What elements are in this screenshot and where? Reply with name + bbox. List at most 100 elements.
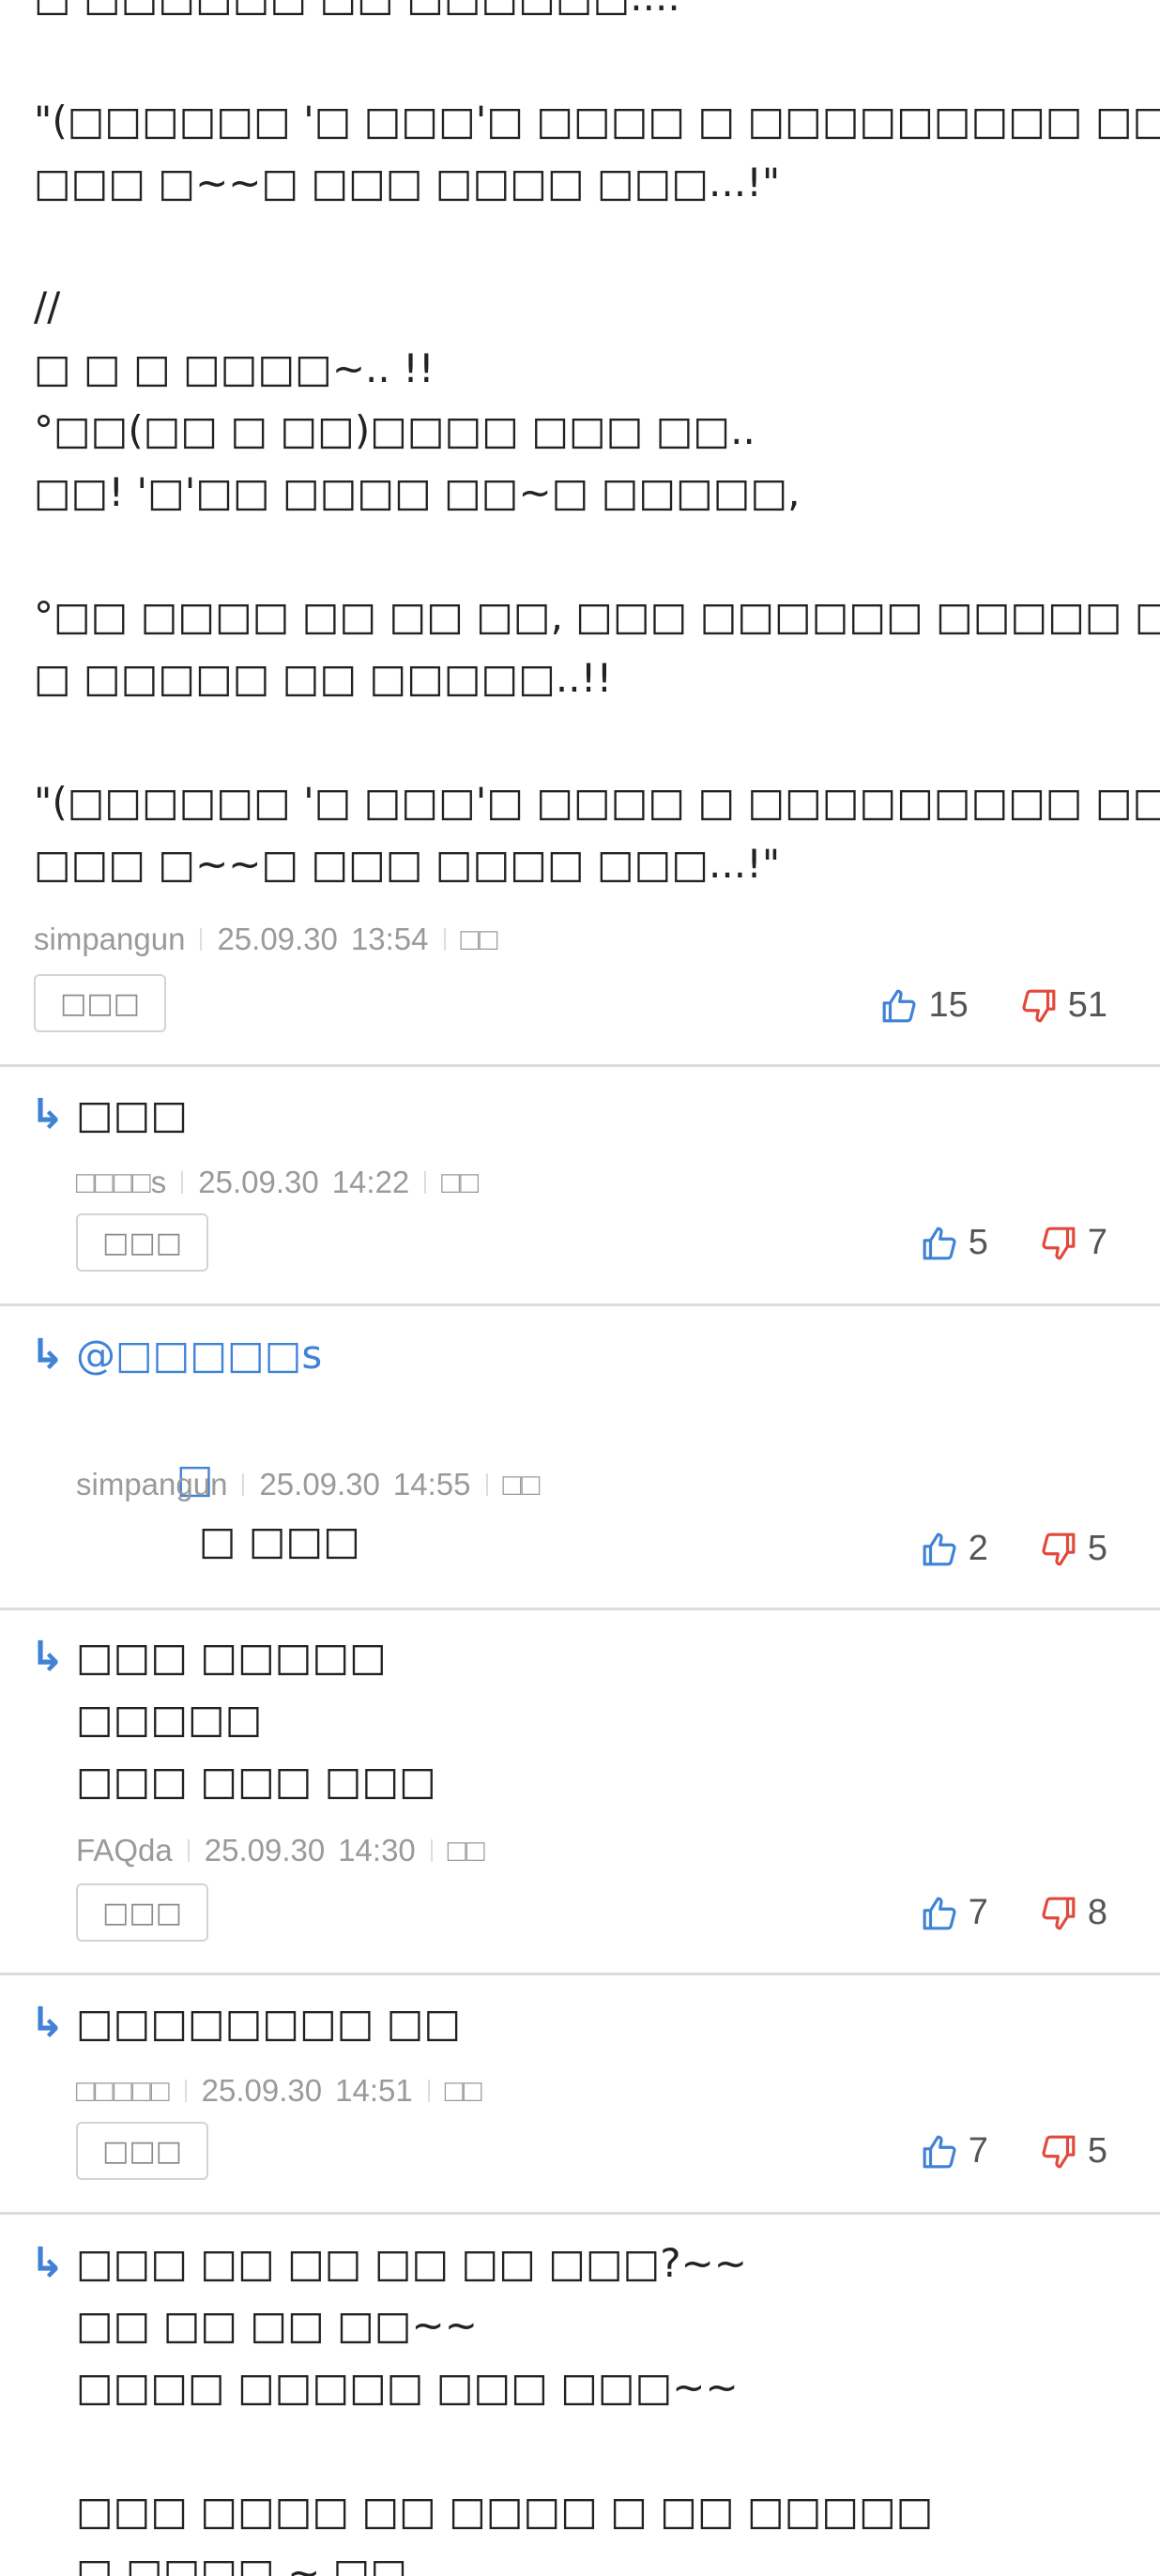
comment-line — [34, 709, 1132, 771]
meta-separator — [424, 1171, 427, 1194]
comment-line: "(□□□□□□ '□ □□□'□ □□□□ □ □□□□□□□□□ □□ □ … — [34, 98, 1160, 144]
meta-separator — [427, 2080, 430, 2102]
comment-line: °□□(□□ □ □□)□□□□ □□□ □□.. — [34, 407, 756, 453]
upvote-button[interactable]: 15 — [881, 985, 969, 1026]
downvote-count: 5 — [1087, 2131, 1107, 2171]
meta-separator — [200, 928, 203, 951]
report-link[interactable]: □□ — [503, 1467, 541, 1502]
comment-line: "(□□□□□□ '□ □□□'□ □□□□ □ □□□□□□□□□ □□ □ … — [34, 779, 1160, 825]
upvote-count: 5 — [968, 1223, 988, 1262]
report-link[interactable]: □□ — [461, 922, 498, 957]
upvote-count: 7 — [968, 2131, 988, 2171]
comment-thread: □ □□□□□□ □□ □□□□□□.... "(□□□□□□ '□ □□□'□… — [0, 0, 1160, 2576]
thumbs-up-icon — [923, 1532, 956, 1565]
upvote-count: 2 — [968, 1529, 988, 1568]
report-link[interactable]: □□ — [445, 2073, 482, 2109]
downvote-button[interactable]: 5 — [1041, 1529, 1107, 1569]
comment-line: // — [34, 283, 61, 329]
reply-time: 14:55 — [392, 1467, 471, 1501]
comment-line: °□□ □□□□ □□ □□ □□, □□□ □□□□□□ □□□□□ □□ □… — [34, 593, 1160, 639]
thumbs-up-icon — [923, 1227, 956, 1259]
reply-line — [76, 2418, 933, 2480]
downvote-button[interactable]: 51 — [1021, 985, 1107, 1026]
downvote-count: 8 — [1087, 1893, 1107, 1932]
mention-link[interactable]: @□□□□□s — [76, 1324, 360, 1386]
reply-line: □□□ □□□ □□□ — [76, 1758, 436, 1804]
reply-arrow-icon: ↳ — [30, 1090, 65, 1138]
divider — [0, 1064, 1160, 1067]
reply-meta: □□□□□ 25.09.30 14:51 □□ — [76, 2073, 482, 2109]
comment-line: □ □□□□□□ □□ □□□□□□.... — [34, 0, 1132, 28]
vote-group: 7 5 — [922, 2131, 1107, 2172]
reply-author[interactable]: simpangun — [76, 1467, 227, 1502]
comment-line: □□! '□'□□ □□□□ □□~□ □□□□□, — [34, 469, 801, 515]
upvote-button[interactable]: 7 — [922, 2131, 988, 2172]
comment-line: □□□ □~~□ □□□ □□□□ □□□...!" — [34, 160, 781, 206]
reply-author[interactable]: □□□□s — [76, 1165, 166, 1200]
reply-line: □□□ □□□□ □□ □□□□ □ □□ □□□□□ — [76, 2488, 934, 2534]
thumbs-down-icon — [1042, 2135, 1076, 2168]
meta-separator — [184, 2080, 187, 2102]
reply-author[interactable]: □□□□□ — [76, 2073, 170, 2109]
downvote-count: 51 — [1067, 985, 1107, 1025]
comment-date: 25.09.30 — [217, 922, 338, 956]
report-link[interactable]: □□ — [448, 1833, 485, 1868]
comment-line — [34, 214, 1132, 276]
comment-line: □□□ □~~□ □□□ □□□□ □□□...!" — [34, 841, 781, 887]
meta-separator — [242, 1473, 245, 1496]
thumbs-up-icon — [923, 2135, 956, 2168]
reply-meta: FAQda 25.09.30 14:30 □□ — [76, 1833, 485, 1868]
reply-date: 25.09.30 — [201, 2073, 323, 2108]
meta-separator — [443, 928, 446, 951]
reply-button[interactable]: □□□ — [76, 1883, 208, 1942]
reply-line: □□□□□ — [76, 1696, 263, 1742]
reply-date: 25.09.30 — [198, 1165, 319, 1199]
reply-time: 14:30 — [338, 1833, 416, 1867]
meta-separator — [181, 1171, 184, 1194]
upvote-button[interactable]: 2 — [922, 1529, 988, 1569]
reply-line: □ □□□□ ~ □□ — [76, 2550, 408, 2576]
reply-line: □□□ □□□□□ — [76, 1634, 387, 1680]
thumbs-down-icon — [1022, 989, 1056, 1022]
reply-line: □□□ — [76, 1091, 189, 1137]
thumbs-up-icon — [883, 989, 916, 1022]
reply-date: 25.09.30 — [259, 1467, 380, 1501]
thumbs-up-icon — [923, 1897, 956, 1929]
reply-line: □□ □□ □□ □□~~ — [76, 2302, 478, 2348]
meta-separator — [485, 1473, 488, 1496]
meta-separator — [187, 1839, 190, 1862]
divider — [0, 1303, 1160, 1306]
reply-line: □□□□ □□□□□ □□□ □□□~~ — [76, 2364, 739, 2410]
reply-time: 14:22 — [331, 1165, 410, 1199]
reply-meta: simpangun 25.09.30 14:55 □□ — [76, 1467, 540, 1502]
comment-line: □ □ □ □□□□~.. !! — [34, 345, 435, 391]
reply-line: □□□□□□□□ □□ — [76, 2000, 462, 2046]
reply-time: 14:51 — [335, 2073, 413, 2108]
upvote-button[interactable]: 7 — [922, 1893, 988, 1933]
reply-author[interactable]: FAQda — [76, 1833, 173, 1868]
meta-separator — [430, 1839, 433, 1862]
divider — [0, 1973, 1160, 1975]
reply-arrow-icon: ↳ — [30, 1999, 65, 2047]
comment-line: □ □□□□□ □□ □□□□□..!! — [34, 655, 613, 701]
upvote-button[interactable]: 5 — [922, 1223, 988, 1263]
reply-arrow-icon: ↳ — [30, 2239, 65, 2287]
reply-button[interactable]: □□□ — [76, 2122, 208, 2180]
comment-author[interactable]: simpangun — [34, 922, 185, 957]
downvote-button[interactable]: 8 — [1041, 1893, 1107, 1933]
vote-group: 5 7 — [922, 1223, 1107, 1263]
comment-meta: simpangun 25.09.30 13:54 □□ — [34, 922, 497, 957]
divider — [0, 1608, 1160, 1610]
thumbs-down-icon — [1042, 1227, 1076, 1259]
downvote-button[interactable]: 7 — [1041, 1223, 1107, 1263]
upvote-count: 15 — [928, 985, 969, 1025]
vote-group: 15 51 — [881, 985, 1107, 1026]
report-link[interactable]: □□ — [441, 1165, 479, 1200]
reply-meta: □□□□s 25.09.30 14:22 □□ — [76, 1165, 479, 1200]
reply-button[interactable]: □□□ — [34, 974, 166, 1032]
reply-button[interactable]: □□□ — [76, 1213, 208, 1272]
downvote-button[interactable]: 5 — [1041, 2131, 1107, 2172]
comment-body: □ □□□□□□ □□ □□□□□□.... "(□□□□□□ '□ □□□'□… — [34, 0, 1160, 895]
reply-line: □ □□□ — [198, 1517, 360, 1563]
downvote-count: 7 — [1087, 1223, 1107, 1262]
